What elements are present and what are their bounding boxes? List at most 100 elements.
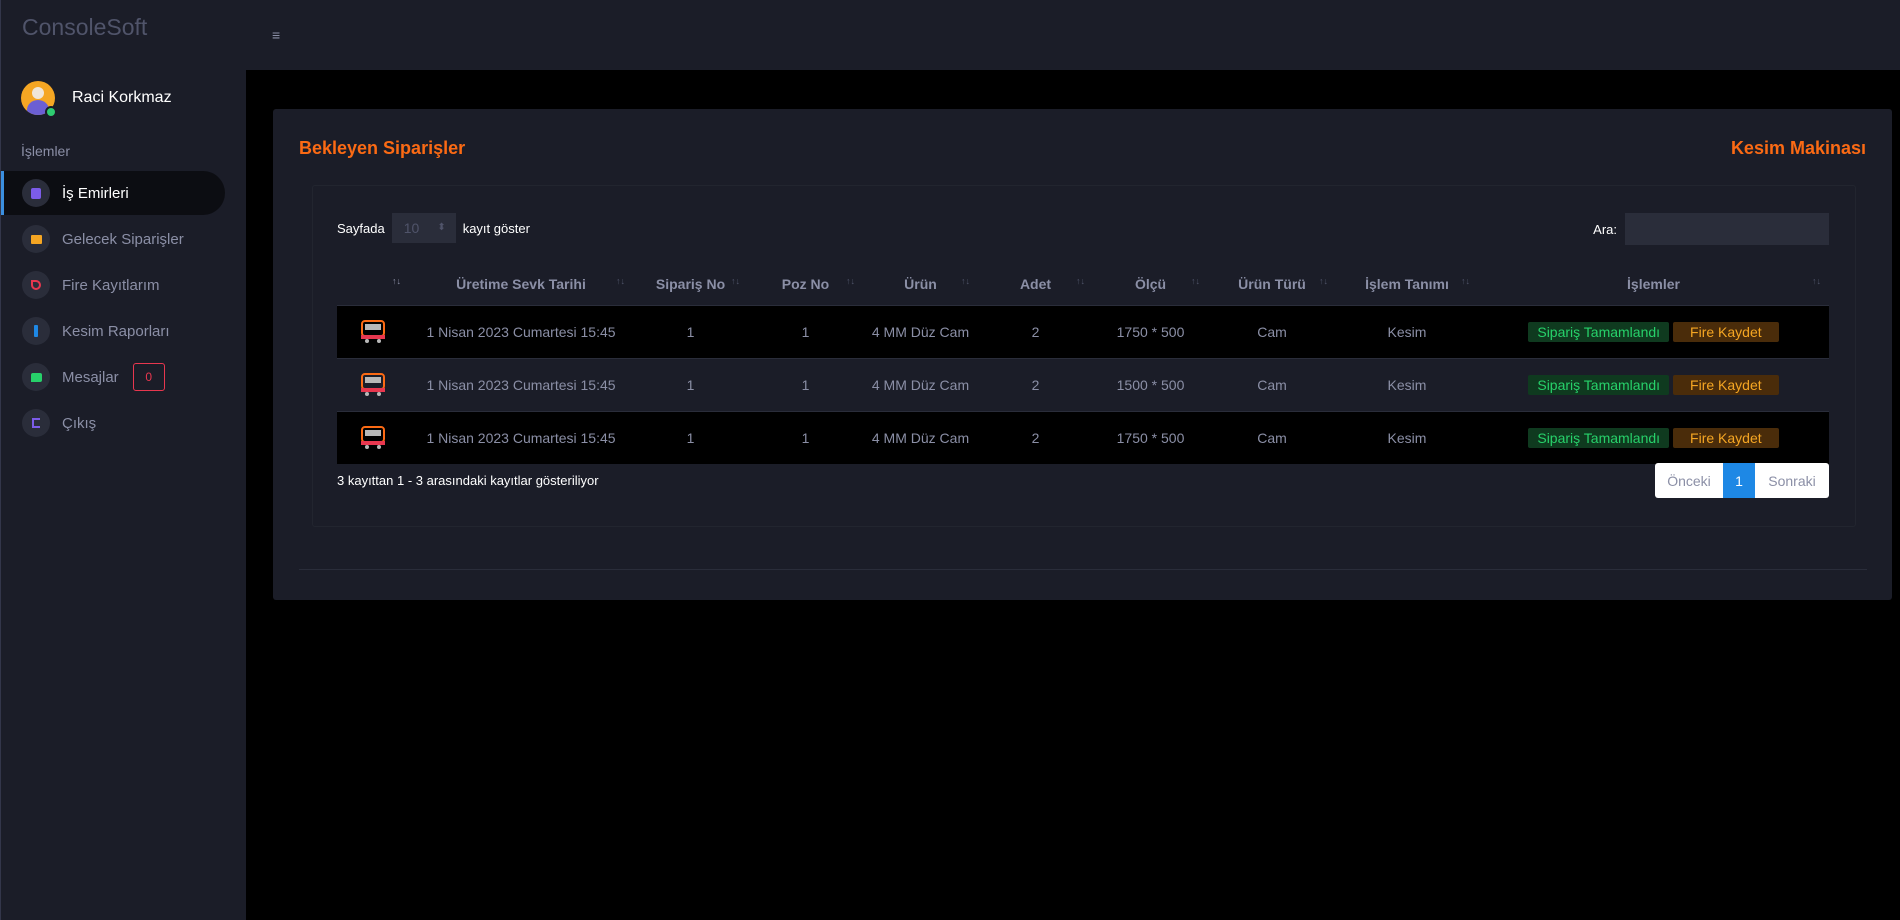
qty-cell: 2 <box>978 411 1093 464</box>
actions-cell: Sipariş Tamamlandı Fire Kaydet <box>1478 411 1829 464</box>
report-icon <box>22 317 50 345</box>
product-cell: 4 MM Düz Cam <box>863 358 978 412</box>
size-cell: 1750 * 500 <box>1093 411 1208 464</box>
page-length-control: Sayfada 10 ⬍ kayıt göster <box>337 213 530 243</box>
col-icon[interactable]: ↑↓ <box>337 262 409 306</box>
sidebar-item-messages[interactable]: Mesajlar 0 <box>1 355 225 399</box>
select-arrows-icon: ⬍ <box>437 222 446 233</box>
row-icon-cell <box>337 358 409 412</box>
next-page-button[interactable]: Sonraki <box>1755 463 1829 498</box>
sidebar-item-label: Kesim Raporları <box>62 322 170 340</box>
truck-icon <box>361 372 385 396</box>
machine-name: Kesim Makinası <box>1730 138 1866 158</box>
sort-icon: ↑↓ <box>1812 276 1821 286</box>
col-actions[interactable]: İşlemler ↑↓ <box>1478 262 1829 306</box>
page-length-select[interactable]: 10 ⬍ <box>391 213 456 243</box>
col-process[interactable]: İşlem Tanımı ↑↓ <box>1336 262 1478 306</box>
sort-icon: ↑↓ <box>1076 276 1085 286</box>
complete-order-button[interactable]: Sipariş Tamamlandı <box>1528 428 1670 448</box>
sidebar-item-work-orders[interactable]: İş Emirleri <box>1 171 225 215</box>
card-title: Bekleyen Siparişler <box>299 138 466 158</box>
sidebar-item-label: Fire Kayıtlarım <box>62 276 160 294</box>
sort-icon: ↑↓ <box>846 276 855 286</box>
pending-orders-card: Bekleyen Siparişler Kesim Makinası Sayfa… <box>273 109 1892 600</box>
ship-date-cell: 1 Nisan 2023 Cumartesi 15:45 <box>409 358 633 412</box>
search-label: Ara: <box>1593 221 1617 237</box>
sidebar-item-label: Çıkış <box>62 414 97 432</box>
sort-icon: ↑↓ <box>1319 276 1328 286</box>
sidebar-item-cutting-reports[interactable]: Kesim Raporları <box>1 309 225 353</box>
messages-count-badge: 0 <box>132 363 165 391</box>
truck-icon <box>361 319 385 343</box>
sidebar-nav: İş Emirleri Gelecek Siparişler Fire Kayı… <box>1 171 246 445</box>
row-icon-cell <box>337 411 409 464</box>
product-cell: 4 MM Düz Cam <box>863 305 978 359</box>
ship-date-cell: 1 Nisan 2023 Cumartesi 15:45 <box>409 411 633 464</box>
table-header-row: ↑↓ Üretime Sevk Tarihi ↑↓ Sipariş No ↑↓ Po… <box>337 262 1829 306</box>
orders-icon <box>22 179 50 207</box>
search-input[interactable] <box>1625 213 1829 245</box>
online-status-dot <box>45 106 57 118</box>
sidebar-item-label: Gelecek Siparişler <box>62 230 184 248</box>
sort-icon: ↑↓ <box>1191 276 1200 286</box>
order-no-cell: 1 <box>633 411 748 464</box>
top-bar: ≡ <box>246 0 1900 70</box>
col-product[interactable]: Ürün ↑↓ <box>863 262 978 306</box>
col-ship-date[interactable]: Üretime Sevk Tarihi ↑↓ <box>409 262 633 306</box>
menu-toggle-icon[interactable]: ≡ <box>272 27 280 43</box>
ship-date-cell: 1 Nisan 2023 Cumartesi 15:45 <box>409 305 633 359</box>
actions-cell: Sipariş Tamamlandı Fire Kaydet <box>1478 358 1829 412</box>
record-waste-button[interactable]: Fire Kaydet <box>1673 322 1779 342</box>
complete-order-button[interactable]: Sipariş Tamamlandı <box>1528 322 1670 342</box>
sort-icon: ↑↓ <box>1461 276 1470 286</box>
order-no-cell: 1 <box>633 305 748 359</box>
sort-asc-icon: ↑↓ <box>392 276 401 286</box>
message-icon <box>22 363 50 391</box>
table-row[interactable]: 1 Nisan 2023 Cumartesi 15:45 1 1 4 MM Dü… <box>337 358 1829 412</box>
user-name: Raci Korkmaz <box>72 88 172 106</box>
page-length-prefix: Sayfada <box>337 220 385 236</box>
page-length-suffix: kayıt göster <box>462 220 530 236</box>
table-row[interactable]: 1 Nisan 2023 Cumartesi 15:45 1 1 4 MM Dü… <box>337 411 1829 464</box>
table-info: 3 kayıttan 1 - 3 arasındaki kayıtlar gös… <box>337 473 599 488</box>
logout-icon <box>22 409 50 437</box>
page-1-button[interactable]: 1 <box>1723 463 1755 498</box>
order-no-cell: 1 <box>633 358 748 412</box>
record-waste-button[interactable]: Fire Kaydet <box>1673 428 1779 448</box>
type-cell: Cam <box>1208 305 1336 359</box>
col-product-type[interactable]: Ürün Türü ↑↓ <box>1208 262 1336 306</box>
sidebar-item-logout[interactable]: Çıkış <box>1 401 225 445</box>
process-cell: Kesim <box>1336 411 1478 464</box>
size-cell: 1500 * 500 <box>1093 358 1208 412</box>
user-panel[interactable]: Raci Korkmaz <box>1 70 246 125</box>
process-cell: Kesim <box>1336 305 1478 359</box>
page-length-value: 10 <box>403 220 420 236</box>
table-row[interactable]: 1 Nisan 2023 Cumartesi 15:45 1 1 4 MM Dü… <box>337 305 1829 359</box>
scissors-icon <box>22 271 50 299</box>
record-waste-button[interactable]: Fire Kaydet <box>1673 375 1779 395</box>
sort-icon: ↑↓ <box>731 276 740 286</box>
actions-cell: Sipariş Tamamlandı Fire Kaydet <box>1478 305 1829 359</box>
pos-no-cell: 1 <box>748 305 863 359</box>
pagination: Önceki 1 Sonraki <box>1655 463 1829 498</box>
col-order-no[interactable]: Sipariş No ↑↓ <box>633 262 748 306</box>
type-cell: Cam <box>1208 411 1336 464</box>
sidebar-item-waste-records[interactable]: Fire Kayıtlarım <box>1 263 225 307</box>
col-qty[interactable]: Adet ↑↓ <box>978 262 1093 306</box>
col-pos-no[interactable]: Poz No ↑↓ <box>748 262 863 306</box>
pos-no-cell: 1 <box>748 358 863 412</box>
qty-cell: 2 <box>978 358 1093 412</box>
list-icon <box>22 225 50 253</box>
size-cell: 1750 * 500 <box>1093 305 1208 359</box>
prev-page-button[interactable]: Önceki <box>1655 463 1723 498</box>
col-size[interactable]: Ölçü ↑↓ <box>1093 262 1208 306</box>
sort-icon: ↑↓ <box>961 276 970 286</box>
complete-order-button[interactable]: Sipariş Tamamlandı <box>1528 375 1670 395</box>
truck-icon <box>361 425 385 449</box>
sidebar-item-upcoming-orders[interactable]: Gelecek Siparişler <box>1 217 225 261</box>
sort-icon: ↑↓ <box>616 276 625 286</box>
sidebar-item-label: Mesajlar <box>62 368 119 386</box>
product-cell: 4 MM Düz Cam <box>863 411 978 464</box>
brand-logo[interactable]: ConsoleSoft <box>1 0 246 70</box>
avatar-head <box>32 86 44 99</box>
